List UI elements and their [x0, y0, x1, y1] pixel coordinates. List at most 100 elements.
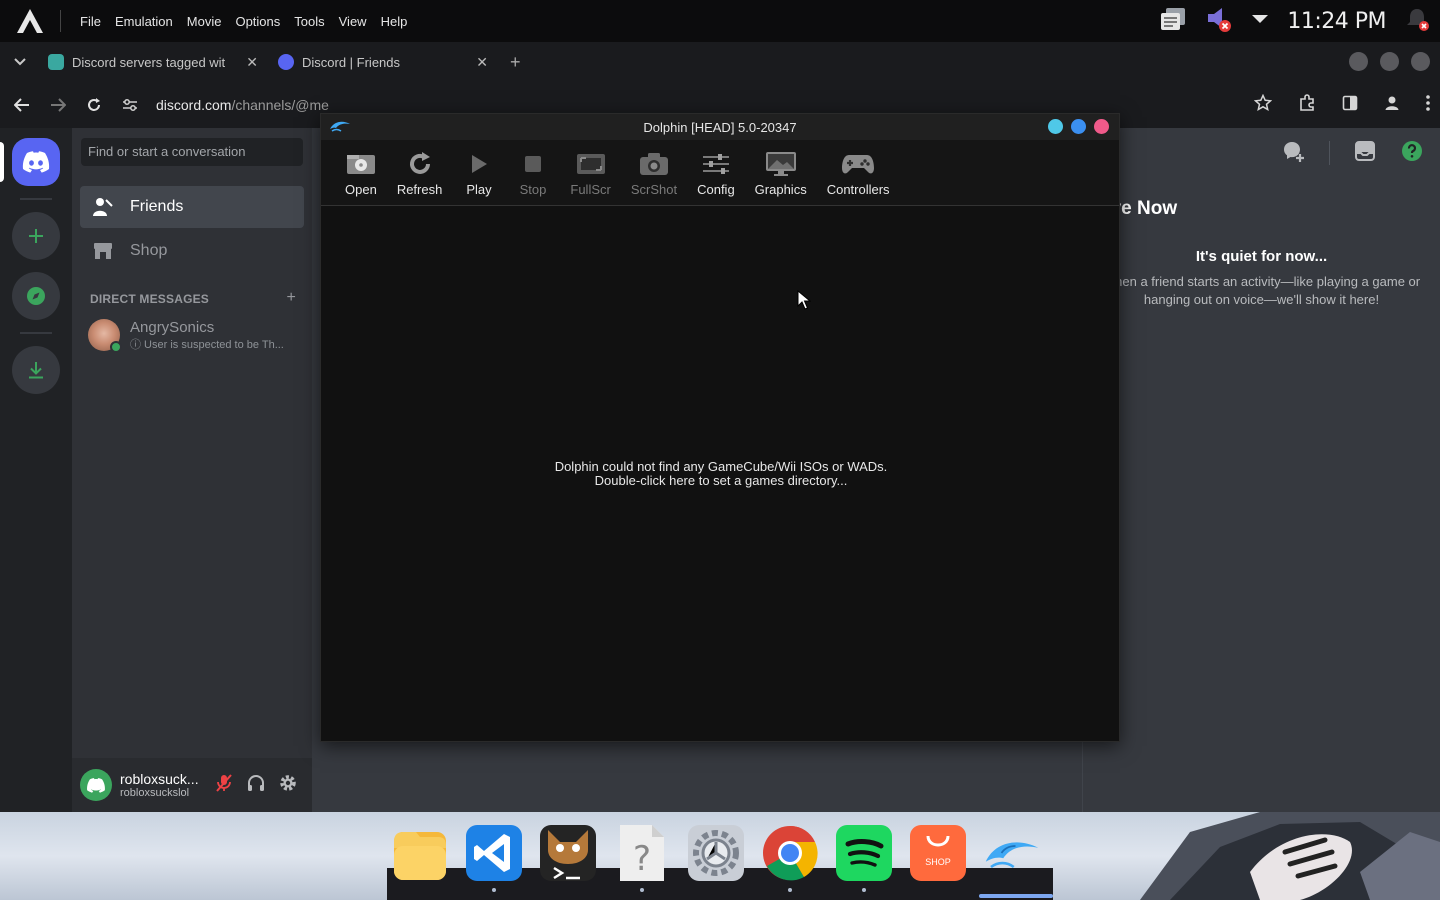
arch-logo-icon[interactable] — [0, 8, 60, 34]
dolphin-toolbar: Open Refresh Play Stop FullScr ScrShot C… — [321, 140, 1119, 206]
tab-close-icon[interactable]: ✕ — [476, 54, 488, 71]
create-dm-button[interactable]: + — [286, 289, 296, 307]
fullscreen-button[interactable]: FullScr — [560, 151, 620, 197]
terminal-app-icon[interactable] — [540, 824, 596, 882]
tab-discord-friends[interactable]: Discord | Friends ✕ — [270, 42, 496, 82]
dock-apps: ? SHOP — [392, 824, 1040, 892]
refresh-icon — [409, 152, 430, 174]
dolphin-title-bar[interactable]: Dolphin [HEAD] 5.0-20347 — [321, 114, 1119, 140]
new-group-dm-icon[interactable] — [1281, 139, 1305, 168]
headphones-icon[interactable] — [246, 773, 266, 798]
tab-close-icon[interactable]: ✕ — [246, 54, 258, 71]
server-separator — [20, 198, 52, 200]
download-icon — [29, 362, 43, 379]
shop-app-icon[interactable]: SHOP — [910, 824, 966, 882]
dropdown-icon[interactable] — [1251, 12, 1269, 30]
explore-servers-button[interactable] — [12, 272, 60, 320]
direct-messages-label: DIRECT MESSAGES — [90, 292, 210, 306]
refresh-button[interactable]: Refresh — [387, 151, 453, 197]
graphics-label: Graphics — [754, 182, 807, 197]
dolphin-app-dock-icon[interactable] — [984, 824, 1040, 882]
site-settings-icon[interactable] — [112, 98, 148, 112]
disboard-favicon-icon — [48, 54, 64, 70]
menu-view[interactable]: View — [332, 14, 374, 29]
dolphin-close-button[interactable] — [1094, 119, 1109, 134]
shop-nav-item[interactable]: Shop — [80, 230, 304, 272]
game-list-empty-message[interactable]: Dolphin could not find any GameCube/Wii … — [321, 460, 1121, 488]
fullscreen-label: FullScr — [570, 182, 611, 197]
tab-search-chevron-icon[interactable] — [0, 58, 40, 66]
back-arrow-icon[interactable] — [4, 98, 40, 112]
config-label: Config — [697, 182, 735, 197]
dolphin-maximize-button[interactable] — [1071, 119, 1086, 134]
svg-text:?: ? — [633, 839, 651, 879]
screenshot-button[interactable]: ScrShot — [621, 151, 687, 197]
files-app-icon[interactable] — [392, 824, 448, 882]
maximize-button[interactable] — [1380, 52, 1399, 71]
open-label: Open — [345, 182, 377, 197]
dolphin-window-title: Dolphin [HEAD] 5.0-20347 — [643, 119, 797, 135]
dm-item-angrysonics[interactable]: AngrySonics ⓘ User is suspected to be Th… — [80, 314, 304, 356]
stop-button[interactable]: Stop — [506, 151, 561, 197]
url-field[interactable]: discord.com/channels/@me — [156, 97, 329, 113]
shop-app-label: SHOP — [925, 857, 951, 867]
shop-icon — [94, 243, 112, 259]
forward-arrow-icon[interactable] — [40, 98, 76, 112]
menu-kebab-icon[interactable] — [1426, 94, 1430, 116]
dm-search-input[interactable]: Find or start a conversation — [81, 138, 303, 166]
reload-icon[interactable] — [76, 97, 112, 113]
notes-icon[interactable] — [1159, 6, 1187, 37]
chrome-app-icon[interactable] — [762, 824, 818, 892]
user-controls — [214, 773, 312, 798]
menu-options[interactable]: Options — [228, 14, 287, 29]
discord-home-button[interactable] — [12, 138, 60, 186]
controllers-button[interactable]: Controllers — [817, 151, 900, 197]
vscode-app-icon[interactable] — [466, 824, 522, 892]
graphics-button[interactable]: Graphics — [745, 151, 817, 197]
inbox-icon[interactable] — [1354, 140, 1376, 167]
menu-file[interactable]: File — [73, 14, 108, 29]
active-app-indicator — [979, 894, 1053, 898]
config-button[interactable]: Config — [687, 151, 745, 197]
discord-logo-icon — [22, 151, 50, 173]
dm-sidebar: Find or start a conversation Friends Sho… — [72, 128, 312, 812]
menu-tools[interactable]: Tools — [287, 14, 331, 29]
clock[interactable]: 11:24 PM — [1287, 9, 1386, 34]
profile-icon[interactable] — [1384, 95, 1400, 116]
menu-emulation[interactable]: Emulation — [108, 14, 180, 29]
bell-icon[interactable] — [1404, 6, 1430, 37]
url-host: discord.com — [156, 97, 232, 113]
close-button[interactable] — [1411, 52, 1430, 71]
browser-window-controls — [1349, 52, 1430, 71]
online-status-icon — [110, 341, 122, 353]
unknown-file-icon[interactable]: ? — [614, 824, 670, 892]
muted-speaker-icon[interactable] — [1205, 5, 1233, 38]
menu-help[interactable]: Help — [374, 14, 415, 29]
help-icon[interactable] — [1400, 139, 1424, 168]
open-button[interactable]: Open — [335, 151, 387, 197]
friends-label: Friends — [130, 198, 184, 215]
user-avatar[interactable] — [80, 769, 112, 801]
mic-muted-icon[interactable] — [214, 773, 234, 798]
play-button[interactable]: Play — [452, 151, 505, 197]
settings-gear-icon[interactable] — [278, 773, 298, 798]
menu-movie[interactable]: Movie — [180, 14, 229, 29]
friends-nav-item[interactable]: Friends — [80, 186, 304, 228]
download-apps-button[interactable] — [12, 346, 60, 394]
bookmark-star-icon[interactable] — [1253, 93, 1273, 117]
add-server-button[interactable] — [12, 212, 60, 260]
fullscreen-icon — [576, 154, 605, 174]
play-icon — [471, 155, 487, 173]
quiet-title: It's quiet for now... — [1195, 248, 1328, 265]
dolphin-window: Dolphin [HEAD] 5.0-20347 Open Refresh Pl… — [320, 113, 1120, 742]
dolphin-minimize-button[interactable] — [1048, 119, 1063, 134]
new-tab-button[interactable]: + — [496, 52, 535, 73]
side-panel-icon[interactable] — [1342, 95, 1358, 116]
active-now-panel: tive Now It's quiet for now... When a fr… — [1082, 178, 1440, 812]
system-tray: 11:24 PM — [1159, 0, 1430, 42]
minimize-button[interactable] — [1349, 52, 1368, 71]
tab-discord-servers[interactable]: Discord servers tagged wit ✕ — [40, 42, 266, 82]
settings-app-icon[interactable] — [688, 824, 744, 882]
spotify-app-icon[interactable] — [836, 824, 892, 892]
extensions-puzzle-icon[interactable] — [1298, 93, 1316, 117]
